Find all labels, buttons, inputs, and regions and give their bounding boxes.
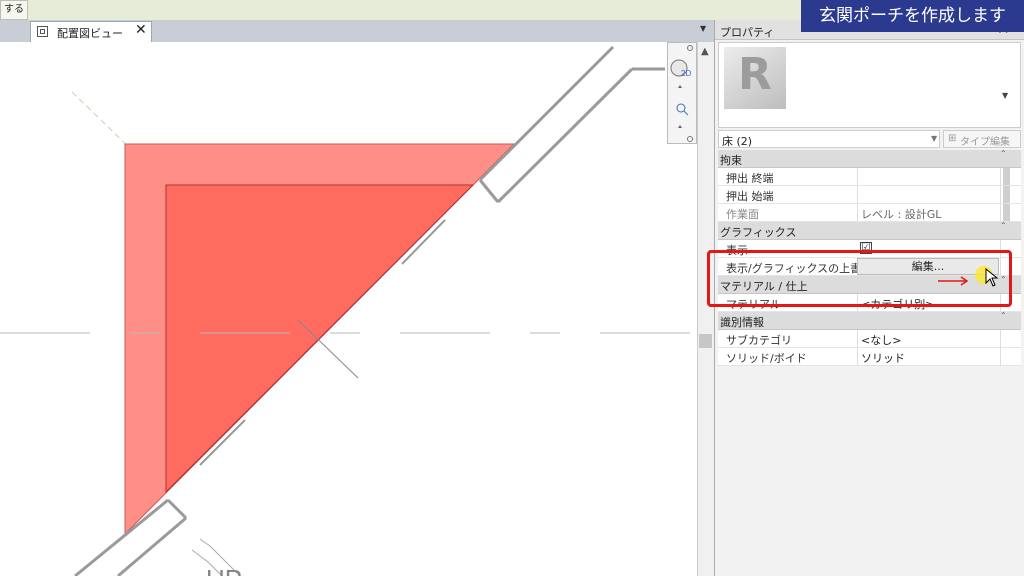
navigation-bar-icons: 2D <box>670 45 693 142</box>
ribbon-fragment-button[interactable]: する <box>0 0 28 20</box>
instance-filter-label: 床 (2) <box>722 135 753 148</box>
view-tab-bar: 配置図ビュー ✕ ▼ <box>0 20 714 43</box>
scroll-up-icon[interactable]: ▲ <box>701 46 709 57</box>
tab-site-plan-view[interactable]: 配置図ビュー ✕ <box>30 21 152 42</box>
grid-scrollbar[interactable] <box>1000 348 1021 365</box>
mouse-cursor-icon <box>985 268 999 287</box>
grid-scrollbar[interactable] <box>1000 168 1021 185</box>
property-name: サブカテゴリ <box>726 334 792 347</box>
grid-scrollbar[interactable] <box>1000 186 1021 203</box>
wall-lower-outer <box>74 498 169 578</box>
property-row[interactable]: 押出 始端 <box>718 186 1021 204</box>
chevron-down-icon[interactable]: ▼ <box>1002 91 1008 100</box>
caption-banner: 玄関ポーチを作成します <box>801 0 1024 32</box>
view-2d-icon: 2D <box>681 69 691 78</box>
grid-scrollbar-thumb[interactable] <box>1003 186 1010 203</box>
canvas-vertical-scrollbar[interactable]: ▲ <box>697 42 714 576</box>
edit-type-icon: ⊞ <box>948 133 957 144</box>
wall-end-cap <box>478 179 500 203</box>
group-constraints[interactable]: 拘束 ⌃ <box>718 149 1021 168</box>
property-value[interactable] <box>857 168 999 185</box>
grid-scrollbar[interactable] <box>1000 204 1021 221</box>
properties-title: プロパティ <box>720 26 775 39</box>
zoom-icon <box>676 103 686 113</box>
property-value: レベル : 設計GL <box>857 204 999 221</box>
chevron-down-icon: ▼ <box>931 134 938 143</box>
collapse-icon[interactable]: ⌃ <box>1000 311 1007 320</box>
property-row[interactable]: 作業面 レベル : 設計GL <box>718 204 1021 222</box>
edit-type-label: タイプ編集 <box>960 137 1010 148</box>
view-icon <box>37 26 48 37</box>
wall-lower-cap <box>166 498 188 520</box>
navigation-bar[interactable]: 2D <box>667 42 697 144</box>
wall-line-inner <box>496 67 634 204</box>
drawing-canvas[interactable]: UP <box>0 42 697 579</box>
red-arrow-icon <box>938 276 969 286</box>
collapse-icon[interactable]: ⌃ <box>1000 149 1007 158</box>
instance-row: 床 (2) ▼ ⊞ タイプ編集 <box>718 130 1021 148</box>
group-identity[interactable]: 識別情報 ⌃ <box>718 311 1021 330</box>
tab-menu-arrow-icon[interactable]: ▼ <box>700 24 706 33</box>
up-label: UP <box>206 564 242 576</box>
property-row[interactable]: サブカテゴリ <なし> <box>718 330 1021 348</box>
edit-type-button[interactable]: ⊞ タイプ編集 <box>943 130 1021 148</box>
group-label: 識別情報 <box>720 316 764 329</box>
instance-filter-select[interactable]: 床 (2) ▼ <box>718 130 940 148</box>
floor-inner-region <box>165 184 475 494</box>
wall-line-outer <box>478 45 615 182</box>
revit-logo-icon: R <box>738 49 772 100</box>
property-row[interactable]: 押出 終端 <box>718 168 1021 186</box>
group-label: 拘束 <box>720 154 742 167</box>
collapse-icon[interactable]: ⌃ <box>1000 221 1007 230</box>
scrollbar-thumb[interactable] <box>699 334 712 348</box>
property-name: 押出 始端 <box>726 190 774 203</box>
grid-scrollbar-thumb[interactable] <box>1003 204 1010 221</box>
type-thumbnail: R <box>724 47 786 109</box>
dropdown-small-icon <box>678 85 682 88</box>
property-name: 押出 終端 <box>726 172 774 185</box>
property-value[interactable] <box>857 186 999 203</box>
property-value[interactable]: <なし> <box>857 330 999 347</box>
property-name: ソリッド/ボイド <box>726 352 807 365</box>
grid-scrollbar[interactable] <box>1000 330 1021 347</box>
property-value[interactable]: ソリッド <box>857 348 999 365</box>
site-plan-drawing: UP <box>0 45 697 579</box>
grid-scrollbar-thumb[interactable] <box>1003 168 1010 185</box>
group-graphics[interactable]: グラフィックス ⌃ <box>718 221 1021 240</box>
property-row[interactable]: ソリッド/ボイド ソリッド <box>718 348 1021 366</box>
property-name: 作業面 <box>726 208 759 221</box>
close-tab-icon[interactable]: ✕ <box>135 22 147 38</box>
tab-label: 配置図ビュー <box>57 27 123 40</box>
group-label: グラフィックス <box>720 226 797 239</box>
type-selector[interactable]: R ▼ <box>718 42 1021 128</box>
